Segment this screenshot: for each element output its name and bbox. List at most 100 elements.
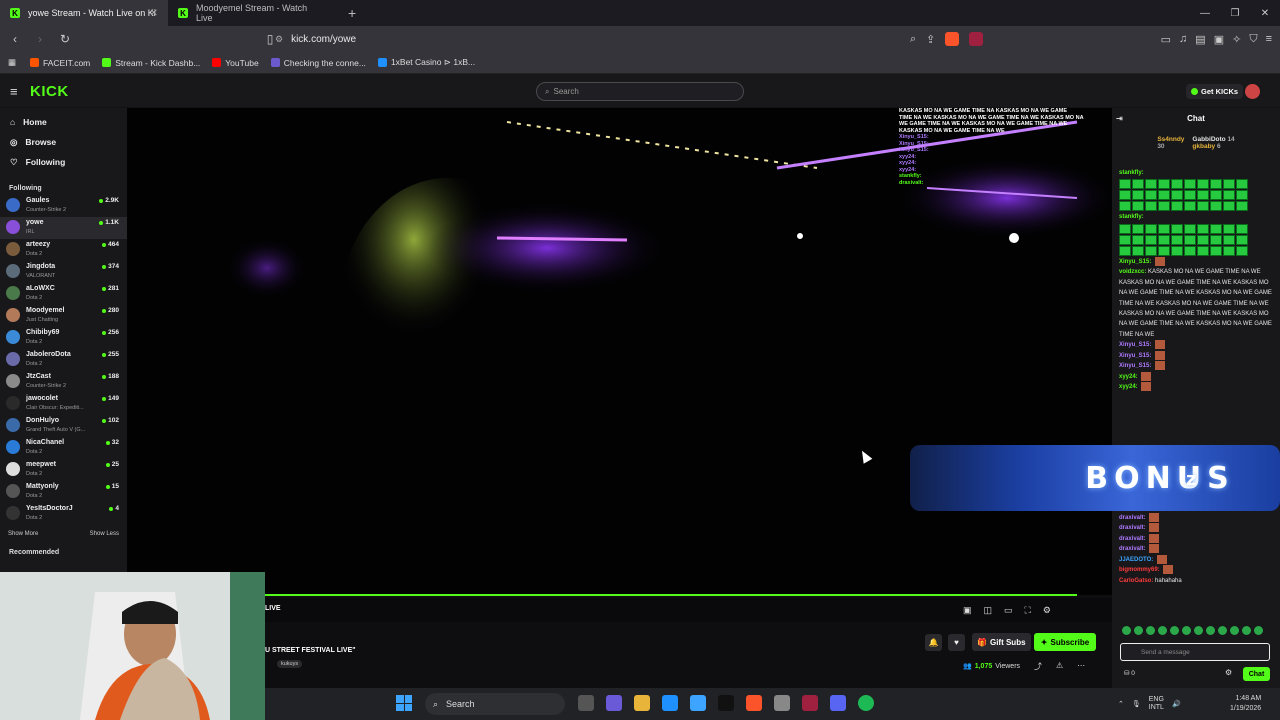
app-icon[interactable] (802, 695, 818, 711)
brave-rewards-icon[interactable] (969, 32, 984, 46)
chat-username[interactable]: CarloGatso: (1119, 578, 1153, 584)
forward-icon[interactable]: › (30, 32, 50, 46)
edge-icon[interactable] (662, 695, 678, 711)
tray-overflow-icon[interactable]: ⌃ (1118, 700, 1124, 708)
show-less-button[interactable]: Show Less (90, 531, 119, 537)
fullscreen-icon[interactable]: ⛶ (1025, 605, 1031, 616)
chat-username[interactable]: xyy24: (1119, 374, 1138, 380)
following-channel-nicachanel[interactable]: NicaChanel Dota 2 32 (0, 437, 127, 459)
browser-tab-active[interactable]: K yowe Stream - Watch Live on Ki ✕ (0, 0, 168, 26)
following-channel-chibiby69[interactable]: Chibiby69 Dota 2 256 (0, 327, 127, 349)
video-player[interactable]: KASKAS MO NA WE GAME TIME NA KASKAS MO N… (127, 108, 1112, 595)
settings-icon[interactable]: ⚙ (1043, 605, 1051, 616)
chat-username[interactable]: voidzxcc: (1119, 269, 1146, 275)
spotify-icon[interactable] (858, 695, 874, 711)
following-channel-jtzcast[interactable]: JtzCast Counter-Strike 2 188 (0, 371, 127, 393)
vpn-icon[interactable]: ⛉ (1249, 33, 1257, 46)
more-options-icon[interactable]: ⋯ (1077, 661, 1085, 672)
stream-tag[interactable]: kukuys (277, 660, 303, 668)
chat-username[interactable]: draxivalt: (1119, 526, 1146, 532)
chat-username[interactable]: Xinyu_S15: (1119, 353, 1151, 359)
following-channel-yowe[interactable]: yowe IRL 1.1K (0, 217, 127, 239)
emote-icon[interactable] (1122, 626, 1131, 635)
sidebar-icon[interactable]: ▭ (1161, 33, 1171, 46)
get-kicks-button[interactable]: Get KICKs (1186, 84, 1244, 99)
minimize-icon[interactable]: — (1190, 8, 1220, 19)
emote-icon[interactable] (1158, 626, 1167, 635)
back-icon[interactable]: ‹ (5, 32, 25, 46)
chat-username[interactable]: bigmommy69: (1119, 568, 1160, 574)
brave-icon[interactable] (746, 695, 762, 711)
restore-icon[interactable]: ❐ (1220, 8, 1250, 19)
search-input[interactable]: ⌕ Search (536, 82, 744, 101)
reader-icon[interactable]: ▤ (1195, 33, 1205, 46)
file-explorer-icon[interactable] (634, 695, 650, 711)
following-channel-jawocolet[interactable]: jawocolet Clair Obscur: Expediti... 149 (0, 393, 127, 415)
following-channel-yesitsdoctorj[interactable]: YesItsDoctorJ Dota 2 4 (0, 503, 127, 525)
zoom-icon[interactable]: ⌕ (910, 33, 916, 46)
emote-icon[interactable] (1170, 626, 1179, 635)
chat-username[interactable]: stankfly: (1119, 214, 1144, 220)
reload-icon[interactable]: ↻ (55, 32, 75, 46)
chat-username[interactable]: Xinyu_S15: (1119, 363, 1151, 369)
theater-mode-icon[interactable]: ▭ (1004, 605, 1013, 616)
microphone-icon[interactable]: 🎙 (1132, 700, 1141, 708)
browser-tab[interactable]: K Moodyemel Stream - Watch Live (168, 0, 336, 26)
share-icon[interactable]: ⇪ (926, 33, 935, 46)
emote-icon[interactable] (1134, 626, 1143, 635)
chat-settings-icon[interactable]: ⚙ (1225, 668, 1232, 677)
collapse-chat-icon[interactable]: ⇥ (1116, 114, 1123, 123)
gift-subs-button[interactable]: 🎁 Gift Subs (972, 633, 1031, 651)
channel-points[interactable]: ⛁ 0 (1124, 669, 1135, 677)
leo-icon[interactable]: ✧ (1232, 33, 1241, 46)
nav-home[interactable]: ⌂ Home (0, 112, 127, 132)
report-icon[interactable]: ⚠ (1056, 661, 1063, 672)
taskbar-search[interactable]: ⌕ Search (425, 693, 565, 715)
emote-icon[interactable] (1182, 626, 1191, 635)
nav-browse[interactable]: ◎ Browse (0, 132, 127, 152)
emote-icon[interactable] (1242, 626, 1251, 635)
chrome-icon[interactable] (774, 695, 790, 711)
following-channel-arteezy[interactable]: arteezy Dota 2 464 (0, 239, 127, 261)
chat-username[interactable]: stankfly: (1119, 170, 1144, 176)
close-tab-icon[interactable]: ✕ (150, 8, 158, 19)
hamburger-menu-icon[interactable]: ≡ (10, 84, 18, 99)
emote-icon[interactable] (1254, 626, 1263, 635)
brave-shields-icon[interactable] (945, 32, 960, 46)
volume-icon[interactable]: 🔊 (1172, 700, 1181, 708)
language-indicator[interactable]: ENG INTL (1149, 696, 1164, 712)
subscribe-button[interactable]: ✦ Subscribe (1034, 633, 1096, 651)
emote-icon[interactable] (1230, 626, 1239, 635)
store-icon[interactable] (690, 695, 706, 711)
close-window-icon[interactable]: ✕ (1250, 8, 1280, 19)
following-channel-moodyemel[interactable]: Moodyemel Just Chatting 280 (0, 305, 127, 327)
chat-message-input[interactable]: Send a message (1120, 643, 1270, 661)
chat-username[interactable]: draxivalt: (1119, 547, 1146, 553)
player-progress-bar[interactable] (265, 594, 1077, 596)
following-channel-gaules[interactable]: Gaules Counter-Strike 2 2.9K (0, 195, 127, 217)
music-icon[interactable]: ♫ (1179, 33, 1187, 46)
emote-icon[interactable] (1206, 626, 1215, 635)
clip-icon[interactable]: ▣ (963, 605, 972, 616)
user-avatar[interactable] (1245, 84, 1260, 99)
following-channel-jabolerodota[interactable]: JaboleroDota Dota 2 255 (0, 349, 127, 371)
following-channel-jingdota[interactable]: Jingdota VALORANT 374 (0, 261, 127, 283)
chat-username[interactable]: xyy24: (1119, 384, 1138, 390)
new-tab-button[interactable]: + (336, 5, 368, 21)
windows-start-icon[interactable] (396, 695, 412, 711)
follow-heart-button[interactable]: ♥ (948, 634, 965, 651)
bookmark-item[interactable]: Stream - Kick Dashb... (102, 58, 200, 68)
nav-following[interactable]: ♡ Following (0, 152, 127, 172)
following-channel-meepwet[interactable]: meepwet Dota 2 25 (0, 459, 127, 481)
emote-icon[interactable] (1194, 626, 1203, 635)
chat-username[interactable]: JJAEDOTO: (1119, 557, 1153, 563)
menu-icon[interactable]: ≡ (1266, 33, 1272, 46)
emote-icon[interactable] (1146, 626, 1155, 635)
task-view-icon[interactable] (578, 695, 594, 711)
kick-logo[interactable]: KICK (30, 83, 69, 100)
bookmark-item[interactable]: FACEIT.com (30, 58, 90, 68)
discord-icon[interactable] (830, 695, 846, 711)
pip-icon[interactable]: ◫ (984, 605, 993, 616)
capcut-icon[interactable] (718, 695, 734, 711)
address-bar[interactable]: ⚙ kick.com/yowe (275, 30, 1005, 48)
